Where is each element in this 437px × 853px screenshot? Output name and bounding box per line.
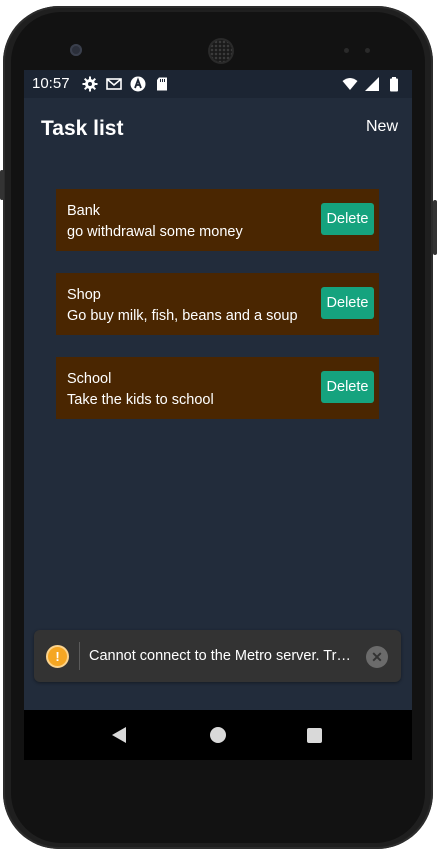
delete-task-button[interactable]: Delete xyxy=(321,287,374,319)
task-card[interactable]: School Take the kids to school Delete xyxy=(56,357,379,419)
sd-card-icon xyxy=(157,77,167,91)
toast-message: Cannot connect to the Metro server. Tr… xyxy=(89,648,351,664)
volume-button xyxy=(0,170,4,200)
status-bar: 10:57 xyxy=(24,70,412,98)
recents-icon[interactable] xyxy=(307,728,322,743)
back-icon[interactable] xyxy=(112,727,126,743)
task-card[interactable]: Bank go withdrawal some money Delete xyxy=(56,189,379,251)
proximity-sensor xyxy=(344,48,349,53)
task-title: Shop xyxy=(67,287,101,303)
task-description: Go buy milk, fish, beans and a soup xyxy=(67,308,298,324)
delete-task-button[interactable]: Delete xyxy=(321,371,374,403)
gmail-icon xyxy=(106,78,122,90)
gear-icon xyxy=(82,76,98,92)
delete-task-button[interactable]: Delete xyxy=(321,203,374,235)
page-title: Task list xyxy=(41,117,124,140)
status-time: 10:57 xyxy=(32,75,70,92)
react-native-icon xyxy=(130,76,146,92)
metro-error-toast[interactable]: ! Cannot connect to the Metro server. Tr… xyxy=(34,630,401,682)
warning-icon: ! xyxy=(46,645,69,668)
app-bar: Task list New xyxy=(24,98,412,158)
task-description: Take the kids to school xyxy=(67,392,214,408)
task-title: School xyxy=(67,371,112,387)
front-camera xyxy=(70,44,82,56)
navigation-bar xyxy=(24,710,412,760)
toast-divider xyxy=(79,642,80,670)
task-description: go withdrawal some money xyxy=(67,224,243,240)
signal-icon xyxy=(365,77,379,91)
earpiece-speaker xyxy=(210,40,232,62)
task-title: Bank xyxy=(67,203,101,219)
task-list: Bank go withdrawal some money Delete Sho… xyxy=(56,189,379,441)
power-button xyxy=(433,200,437,255)
wifi-icon xyxy=(342,78,358,90)
close-icon[interactable]: ✕ xyxy=(366,646,388,668)
battery-icon xyxy=(390,77,398,92)
app-screen: 10:57 Task list New Bank go withdrawal s… xyxy=(24,70,412,710)
home-icon[interactable] xyxy=(210,727,226,743)
task-card[interactable]: Shop Go buy milk, fish, beans and a soup… xyxy=(56,273,379,335)
new-task-button[interactable]: New xyxy=(366,118,398,136)
light-sensor xyxy=(365,48,370,53)
